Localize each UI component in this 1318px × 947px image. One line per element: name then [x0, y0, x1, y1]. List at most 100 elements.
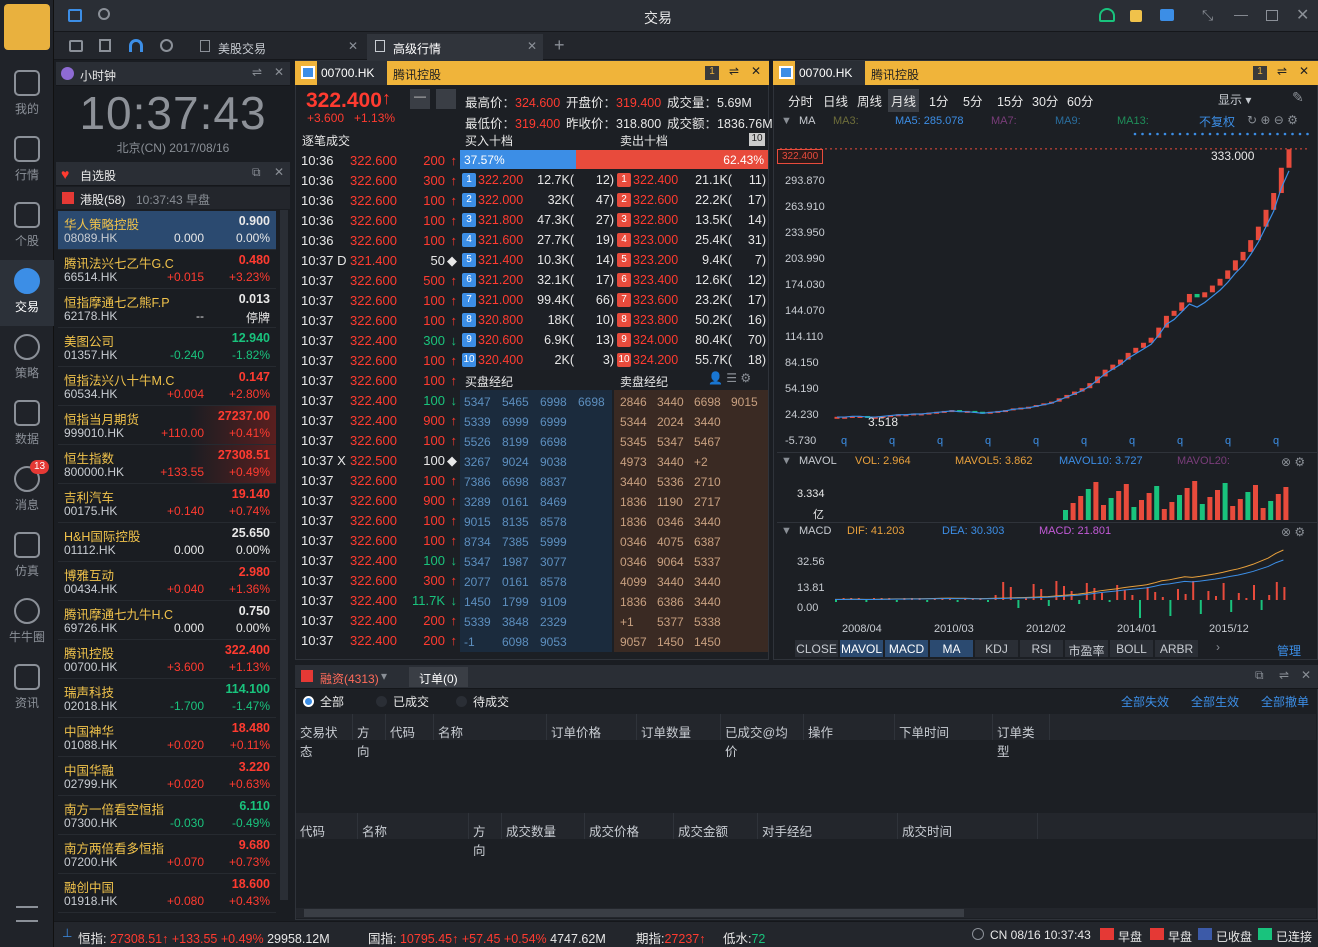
- period-8[interactable]: 60分: [1064, 89, 1096, 112]
- watchlist-row[interactable]: 恒指法兴八十牛M.C 60534.HK 0.147 +0.004 +2.80%: [58, 367, 276, 406]
- order-action-1[interactable]: 全部生效: [1191, 693, 1239, 710]
- order-book-row[interactable]: 6 321.200 32.1K(17) 6 323.400 12.6K(12): [460, 270, 768, 290]
- order-book-row[interactable]: 7 321.000 99.4K(66) 7 323.600 23.2K(17): [460, 290, 768, 310]
- save-icon[interactable]: [99, 39, 111, 52]
- buy-broker-id[interactable]: 8135: [502, 515, 529, 529]
- sell-broker-id[interactable]: 5338: [694, 615, 721, 629]
- headset-icon[interactable]: [1099, 8, 1115, 22]
- sell-broker-id[interactable]: 1836: [620, 515, 647, 529]
- watchlist-row[interactable]: 博雅互动 00434.HK 2.980 +0.040 +1.36%: [58, 562, 276, 601]
- buy-broker-id[interactable]: 1799: [502, 595, 529, 609]
- macd-chart[interactable]: [835, 540, 1295, 620]
- hsi-block[interactable]: 恒指: 27308.51↑ +133.55 +0.49% 29958.12M: [78, 928, 330, 947]
- order-book-row[interactable]: 8 320.800 18K(10) 8 323.800 50.2K(16): [460, 310, 768, 330]
- nav-mine[interactable]: 我的: [0, 62, 54, 128]
- sell-broker-id[interactable]: 0346: [620, 555, 647, 569]
- watchlist-row[interactable]: 腾讯控股 00700.HK 322.400 +3.600 +1.13%: [58, 640, 276, 679]
- sell-broker-id[interactable]: 3440: [694, 575, 721, 589]
- buy-broker-id[interactable]: 5347: [464, 555, 491, 569]
- watchlist-row[interactable]: 腾讯摩通七九牛H.C 69726.HK 0.750 0.000 0.00%: [58, 601, 276, 640]
- watchlist-row[interactable]: H&H国际控股 01112.HK 25.650 0.000 0.00%: [58, 523, 276, 562]
- order-action-2[interactable]: 全部撤单: [1261, 693, 1309, 710]
- watchlist-row[interactable]: 恒指摩通七乙熊F.P 62178.HK 0.013 -- 停牌: [58, 289, 276, 328]
- sell-broker-id[interactable]: 1450: [694, 635, 721, 649]
- indicator-ma[interactable]: MA: [930, 640, 974, 657]
- orders-col[interactable]: 代码: [386, 714, 434, 740]
- sell-broker-id[interactable]: 2024: [657, 415, 684, 429]
- sell-broker-id[interactable]: 4099: [620, 575, 647, 589]
- buy-broker-id[interactable]: 5339: [464, 415, 491, 429]
- one-icon[interactable]: 1: [1253, 66, 1267, 80]
- orders-col[interactable]: 交易状态: [296, 714, 353, 759]
- sell-broker-id[interactable]: 4973: [620, 455, 647, 469]
- buy-broker-id[interactable]: 1450: [464, 595, 491, 609]
- period-2[interactable]: 周线: [854, 89, 885, 112]
- settings-icon[interactable]: ⇌: [1279, 668, 1289, 682]
- radio-icon[interactable]: [376, 696, 387, 707]
- deals-col[interactable]: 成交数量: [502, 813, 585, 839]
- orders-col[interactable]: 名称: [434, 714, 547, 740]
- orders-col[interactable]: 已成交@均价: [721, 714, 804, 759]
- nav-stock[interactable]: 个股: [0, 194, 54, 260]
- popout-icon[interactable]: ⧉: [252, 165, 261, 180]
- sell-broker-id[interactable]: 3440: [657, 575, 684, 589]
- sell-broker-id[interactable]: 5467: [694, 435, 721, 449]
- minimize-icon[interactable]: —: [1234, 6, 1248, 22]
- sell-broker-id[interactable]: 5337: [694, 555, 721, 569]
- settings-icon[interactable]: ⇌: [729, 64, 739, 78]
- adjust-toggle[interactable]: 不复权: [1199, 113, 1235, 130]
- sell-broker-id[interactable]: 4075: [657, 535, 684, 549]
- lock-icon[interactable]: [1130, 10, 1142, 22]
- sell-broker-id[interactable]: 3440: [694, 515, 721, 529]
- buy-broker-id[interactable]: 3289: [464, 495, 491, 509]
- period-7[interactable]: 30分: [1029, 89, 1061, 112]
- buy-broker-id[interactable]: 9038: [540, 455, 567, 469]
- buy-broker-id[interactable]: 1987: [502, 555, 529, 569]
- sell-broker-id[interactable]: 6698: [694, 395, 721, 409]
- sell-broker-id[interactable]: 9064: [657, 555, 684, 569]
- layout-icon[interactable]: [68, 9, 82, 22]
- buy-broker-id[interactable]: 6698: [578, 395, 605, 409]
- indicator-kdj[interactable]: KDJ: [975, 640, 1019, 657]
- watchlist-row[interactable]: 南方两倍看多恒指 07200.HK 9.680 +0.070 +0.73%: [58, 835, 276, 874]
- bell-icon[interactable]: [436, 89, 456, 109]
- orders-col[interactable]: 操作: [804, 714, 895, 740]
- buy-broker-id[interactable]: 3267: [464, 455, 491, 469]
- close-icon[interactable]: ✕: [1299, 64, 1309, 78]
- nav-news[interactable]: 资讯: [0, 656, 54, 722]
- buy-broker-id[interactable]: 9024: [502, 455, 529, 469]
- close-icon[interactable]: ✕: [1296, 5, 1309, 25]
- buy-broker-id[interactable]: 6998: [540, 395, 567, 409]
- sell-broker-id[interactable]: 9015: [731, 395, 758, 409]
- sell-broker-id[interactable]: +2: [694, 455, 708, 469]
- buy-broker-id[interactable]: 6698: [502, 475, 529, 489]
- order-book-row[interactable]: 4 321.600 27.7K(19) 4 323.000 25.4K(31): [460, 230, 768, 250]
- nav-strategy[interactable]: 策略: [0, 326, 54, 392]
- indicator-macd[interactable]: MACD: [885, 640, 929, 657]
- sell-broker-id[interactable]: 3440: [620, 475, 647, 489]
- order-action-0[interactable]: 全部失效: [1121, 693, 1169, 710]
- tab-advanced-quotes[interactable]: 高级行情 ✕: [367, 34, 543, 60]
- buy-broker-id[interactable]: -1: [464, 635, 475, 649]
- buy-broker-id[interactable]: 5339: [464, 615, 491, 629]
- watchlist-row[interactable]: 中国华融 02799.HK 3.220 +0.020 +0.63%: [58, 757, 276, 796]
- filter-2[interactable]: 待成交: [456, 693, 509, 710]
- period-4[interactable]: 1分: [926, 89, 951, 112]
- hsc-block[interactable]: 国指: 10795.45↑ +57.45 +0.54% 4747.62M: [368, 928, 606, 947]
- watchlist-row[interactable]: 腾讯法兴七乙牛G.C 66514.HK 0.480 +0.015 +3.23%: [58, 250, 276, 289]
- shirt-icon[interactable]: [1160, 9, 1174, 21]
- tab-close-icon[interactable]: ✕: [527, 39, 537, 53]
- nav-simulation[interactable]: 仿真: [0, 524, 54, 590]
- period-3[interactable]: 月线: [888, 89, 920, 112]
- period-1[interactable]: 日线: [820, 89, 851, 112]
- one-icon[interactable]: 1: [705, 66, 719, 80]
- deals-col[interactable]: 方向: [469, 813, 502, 858]
- futures-block[interactable]: 期指:27237↑ 低水:72: [636, 928, 765, 947]
- shrink-icon[interactable]: ⤡: [1202, 7, 1213, 24]
- sell-broker-id[interactable]: 2710: [694, 475, 721, 489]
- popout-icon[interactable]: ⧉: [1255, 668, 1264, 683]
- search-icon[interactable]: [98, 8, 110, 20]
- refresh-icon[interactable]: [160, 39, 173, 52]
- filter-0[interactable]: 全部: [303, 693, 344, 710]
- period-6[interactable]: 15分: [994, 89, 1026, 112]
